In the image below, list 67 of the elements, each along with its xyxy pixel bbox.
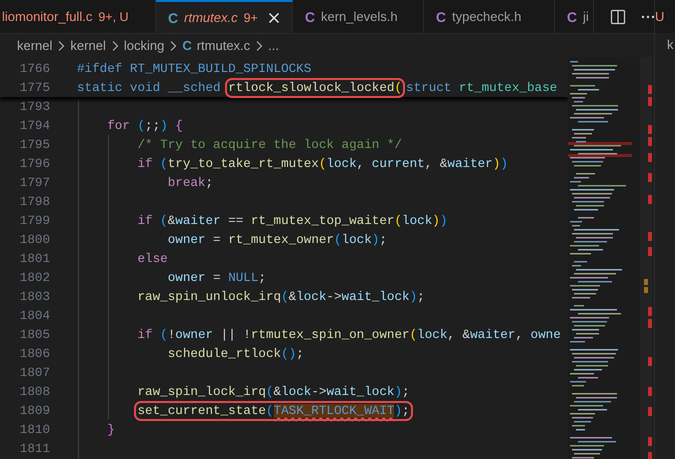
tab-label: liomonitor_full.c — [2, 9, 92, 24]
line-number: 1795 — [18, 138, 50, 152]
code-text: } — [107, 422, 115, 436]
code-text: else — [137, 252, 168, 266]
code-text: schedule_rtlock(); — [168, 346, 304, 360]
editor-tab[interactable]: C typecheck.h — [424, 0, 555, 33]
line-number: 1797 — [18, 176, 50, 190]
editor-tab[interactable]: C kern_levels.h — [292, 0, 424, 33]
file-icon: C — [436, 8, 446, 24]
code-text: if (!owner || !rtmutex_spin_on_owner(lock, &waiter, owne — [137, 328, 561, 342]
tab-label: kern_levels.h — [320, 9, 398, 24]
highlight-box: rtlock_slowlock_locked( — [228, 80, 402, 94]
problem-count: 9+, U — [98, 10, 129, 24]
breadcrumb-item[interactable]: kernel — [70, 38, 106, 53]
tab-label: typecheck.h — [452, 9, 522, 24]
code-text: for (;;) { — [107, 118, 183, 132]
code-text: if (try_to_take_rt_mutex(lock, current, &waiter)) — [137, 156, 508, 170]
line-number: 1807 — [18, 366, 50, 380]
line-number: 1805 — [18, 328, 50, 342]
line-number: 1798 — [18, 194, 50, 208]
tab-label: rtmutex.c — [184, 10, 238, 25]
line-number: 1811 — [18, 442, 50, 456]
line-number: 1775 — [18, 80, 50, 94]
code-text: struct rt_mutex_base — [406, 80, 558, 94]
breadcrumb-item[interactable]: rtmutex.c — [196, 38, 250, 53]
line-number: 1796 — [18, 156, 50, 170]
split-editor-icon[interactable] — [610, 8, 626, 24]
code-text: /* Try to acquire the lock again */ — [137, 138, 402, 152]
line-number: 1804 — [18, 308, 50, 322]
chevron-icon — [57, 40, 66, 52]
file-icon: C — [168, 10, 178, 26]
breadcrumb-item[interactable]: kernel — [17, 38, 52, 53]
editor-tab[interactable]: C rtmutex.c 9+ — [156, 0, 293, 33]
line-number: 1810 — [18, 422, 50, 436]
code-text: #ifdef RT_MUTEX_BUILD_SPINLOCKS — [77, 62, 312, 76]
code-text: owner = NULL; — [168, 270, 266, 284]
tab-label: ji — [582, 9, 589, 24]
code-text: raw_spin_lock_irq(&lock->wait_lock); — [137, 384, 410, 398]
chevron-icon — [169, 40, 178, 52]
file-icon: C — [304, 8, 315, 24]
code-text: static void __sched — [77, 80, 221, 94]
file-icon: C — [182, 38, 192, 53]
chevron-icon — [110, 40, 119, 52]
line-number: 1801 — [18, 252, 50, 266]
breadcrumb-item[interactable]: ... — [268, 38, 280, 53]
code-text: owner = rt_mutex_owner(lock); — [168, 232, 387, 246]
line-number: 1809 — [18, 404, 50, 418]
breadcrumb-item[interactable]: k — [667, 37, 674, 52]
breadcrumb-item[interactable]: locking — [124, 38, 164, 53]
file-icon: C — [566, 8, 577, 24]
chevron-icon — [255, 40, 264, 52]
line-number: 1800 — [18, 232, 50, 246]
line-number: 1803 — [18, 290, 50, 304]
line-number: 1766 — [18, 62, 50, 76]
line-number: 1802 — [18, 270, 50, 284]
code-text: break; — [168, 176, 214, 190]
line-number: 1806 — [18, 346, 50, 360]
line-number: 1793 — [18, 100, 50, 114]
code-text: raw_spin_unlock_irq(&lock->wait_lock); — [137, 290, 425, 304]
problem-count: 9+ — [244, 10, 258, 24]
highlight-box: set_current_state(TASK_RTLOCK_WAIT); — [137, 404, 410, 418]
line-number: 1808 — [18, 384, 50, 398]
editor-tab[interactable]: C ji — [554, 0, 594, 33]
line-number: 1794 — [18, 118, 50, 132]
code-text: if (&waiter == rt_mutex_top_waiter(lock)) — [137, 214, 448, 228]
line-number: 1799 — [18, 214, 50, 228]
close-icon[interactable] — [268, 12, 280, 24]
